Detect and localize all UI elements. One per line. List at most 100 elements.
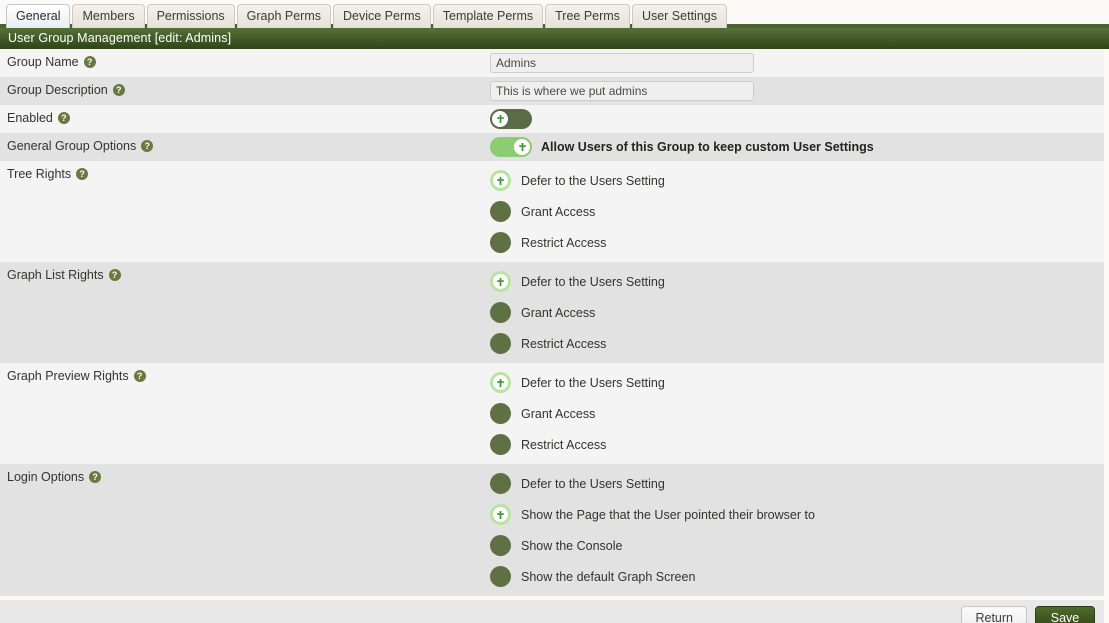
graph-list-rights-label-text: Graph List Rights <box>7 268 104 282</box>
radio-option[interactable]: Grant Access <box>490 398 1104 429</box>
row-graph-preview-rights: Graph Preview Rights ? Defer to the User… <box>0 363 1104 464</box>
radio-inner <box>493 375 508 390</box>
radio-unselected-icon[interactable] <box>490 434 511 455</box>
radio-option[interactable]: Restrict Access <box>490 328 1104 359</box>
radio-inner <box>493 173 508 188</box>
radio-option[interactable]: Defer to the Users Setting <box>490 468 1104 499</box>
custom-user-settings-toggle[interactable] <box>490 137 532 157</box>
graph-preview-rights-label-text: Graph Preview Rights <box>7 369 129 383</box>
row-tree-rights: Tree Rights ? Defer to the Users Setting… <box>0 161 1104 262</box>
radio-option[interactable]: Defer to the Users Setting <box>490 266 1104 297</box>
radio-option-label: Defer to the Users Setting <box>521 174 665 188</box>
radio-option-label: Grant Access <box>521 306 595 320</box>
radio-option-label: Show the Console <box>521 539 622 553</box>
radio-option-label: Grant Access <box>521 205 595 219</box>
plant-icon <box>496 176 505 186</box>
row-graph-list-rights: Graph List Rights ? Defer to the Users S… <box>0 262 1104 363</box>
radio-selected-icon[interactable] <box>490 271 511 292</box>
page-title: User Group Management [edit: Admins] <box>0 28 1109 49</box>
label-login-options: Login Options ? <box>0 464 490 490</box>
general-group-options-toggle-row: Allow Users of this Group to keep custom… <box>490 137 1104 157</box>
radio-option[interactable]: Restrict Access <box>490 227 1104 258</box>
plant-icon <box>496 277 505 287</box>
radio-option[interactable]: Defer to the Users Setting <box>490 165 1104 196</box>
plant-icon <box>496 510 505 520</box>
help-icon[interactable]: ? <box>76 168 88 180</box>
radio-unselected-icon[interactable] <box>490 403 511 424</box>
radio-selected-icon[interactable] <box>490 372 511 393</box>
help-icon[interactable]: ? <box>89 471 101 483</box>
help-icon[interactable]: ? <box>84 56 96 68</box>
radio-option[interactable]: Show the Console <box>490 530 1104 561</box>
plant-icon <box>496 378 505 388</box>
radio-selected-icon[interactable] <box>490 170 511 191</box>
user-group-form: Group Name ? Group Description ? Enabled… <box>0 49 1104 596</box>
tab-user-settings[interactable]: User Settings <box>632 4 727 28</box>
radio-option[interactable]: Show the default Graph Screen <box>490 561 1104 592</box>
radio-unselected-icon[interactable] <box>490 232 511 253</box>
help-icon[interactable]: ? <box>109 269 121 281</box>
radio-option-label: Defer to the Users Setting <box>521 477 665 491</box>
tab-device-perms[interactable]: Device Perms <box>333 4 431 28</box>
label-tree-rights: Tree Rights ? <box>0 161 490 187</box>
field-group-name <box>490 49 1104 77</box>
radio-option-label: Restrict Access <box>521 236 606 250</box>
enabled-toggle-row <box>490 109 1104 129</box>
radio-option[interactable]: Defer to the Users Setting <box>490 367 1104 398</box>
tab-permissions[interactable]: Permissions <box>147 4 235 28</box>
return-button[interactable]: Return <box>961 606 1027 623</box>
row-group-name: Group Name ? <box>0 49 1104 77</box>
group-description-label-text: Group Description <box>7 83 108 97</box>
custom-user-settings-label: Allow Users of this Group to keep custom… <box>541 140 874 154</box>
help-icon[interactable]: ? <box>134 370 146 382</box>
field-login-options: Defer to the Users Setting Show the Page… <box>490 464 1104 596</box>
tab-template-perms[interactable]: Template Perms <box>433 4 543 28</box>
help-icon[interactable]: ? <box>113 84 125 96</box>
group-name-input[interactable] <box>490 53 754 73</box>
tree-rights-label-text: Tree Rights <box>7 167 71 181</box>
help-icon[interactable]: ? <box>141 140 153 152</box>
radio-unselected-icon[interactable] <box>490 473 511 494</box>
radio-selected-icon[interactable] <box>490 504 511 525</box>
form-actions: Return Save <box>0 600 1104 623</box>
radio-unselected-icon[interactable] <box>490 566 511 587</box>
tab-tree-perms[interactable]: Tree Perms <box>545 4 630 28</box>
help-icon[interactable]: ? <box>58 112 70 124</box>
radio-option[interactable]: Grant Access <box>490 196 1104 227</box>
tab-general[interactable]: General <box>6 4 70 28</box>
tab-graph-perms[interactable]: Graph Perms <box>237 4 331 28</box>
login-options-label-text: Login Options <box>7 470 84 484</box>
row-login-options: Login Options ? Defer to the Users Setti… <box>0 464 1104 596</box>
radio-option[interactable]: Restrict Access <box>490 429 1104 460</box>
label-group-description: Group Description ? <box>0 77 490 103</box>
row-enabled: Enabled ? <box>0 105 1104 133</box>
login-options-radio-group: Defer to the Users Setting Show the Page… <box>490 468 1104 592</box>
radio-option-label: Defer to the Users Setting <box>521 376 665 390</box>
plant-icon <box>518 142 527 152</box>
radio-unselected-icon[interactable] <box>490 302 511 323</box>
radio-option-label: Restrict Access <box>521 337 606 351</box>
radio-option-label: Grant Access <box>521 407 595 421</box>
radio-option-label: Show the default Graph Screen <box>521 570 695 584</box>
field-graph-list-rights: Defer to the Users Setting Grant Access Re… <box>490 262 1104 363</box>
save-button[interactable]: Save <box>1035 606 1095 623</box>
enabled-label-text: Enabled <box>7 111 53 125</box>
row-general-group-options: General Group Options ? Allow Users of t… <box>0 133 1104 161</box>
label-group-name: Group Name ? <box>0 49 490 75</box>
tree-rights-radio-group: Defer to the Users Setting Grant Access Re… <box>490 165 1104 258</box>
field-enabled <box>490 105 1104 133</box>
toggle-knob <box>514 139 530 155</box>
graph-preview-rights-radio-group: Defer to the Users Setting Grant Access Re… <box>490 367 1104 460</box>
field-general-group-options: Allow Users of this Group to keep custom… <box>490 133 1104 161</box>
radio-inner <box>493 274 508 289</box>
field-group-description <box>490 77 1104 105</box>
enabled-toggle[interactable] <box>490 109 532 129</box>
toggle-knob <box>492 111 508 127</box>
radio-option[interactable]: Grant Access <box>490 297 1104 328</box>
radio-option[interactable]: Show the Page that the User pointed thei… <box>490 499 1104 530</box>
radio-unselected-icon[interactable] <box>490 333 511 354</box>
radio-unselected-icon[interactable] <box>490 535 511 556</box>
group-description-input[interactable] <box>490 81 754 101</box>
radio-unselected-icon[interactable] <box>490 201 511 222</box>
tab-members[interactable]: Members <box>72 4 144 28</box>
